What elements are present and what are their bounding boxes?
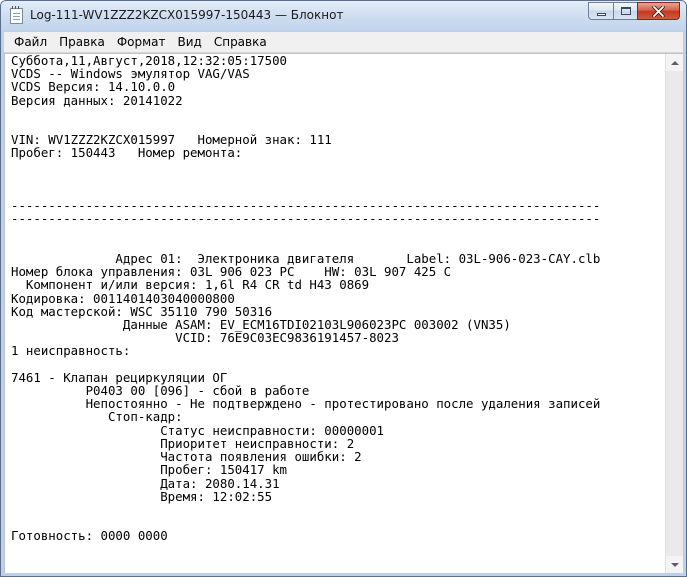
minimize-button[interactable] [588,2,614,20]
menu-bar: Файл Правка Формат Вид Справка [4,32,683,53]
scroll-down-button[interactable] [666,556,683,573]
menu-edit[interactable]: Правка [53,32,111,52]
menu-view[interactable]: Вид [172,32,208,52]
text-editor[interactable]: Суббота,11,Август,2018,12:32:05:17500 VC… [4,53,683,573]
caption-buttons [588,2,680,20]
minimize-icon [597,13,606,16]
maximize-button[interactable] [613,2,638,20]
menu-format[interactable]: Формат [111,32,172,52]
title-bar[interactable]: Log-111-WV1ZZZ2KZCX015997-150443 — Блокн… [1,1,686,31]
scroll-up-button[interactable] [666,54,683,71]
window-title: Log-111-WV1ZZZ2KZCX015997-150443 — Блокн… [30,8,344,22]
menu-file[interactable]: Файл [4,32,53,52]
vertical-scrollbar[interactable] [665,54,683,573]
notepad-app-icon[interactable] [10,6,23,24]
maximize-icon [621,7,631,15]
close-icon [638,3,679,19]
arrow-up-icon [670,60,679,65]
close-button[interactable] [637,2,680,20]
arrow-down-icon [670,562,679,567]
notepad-window: Log-111-WV1ZZZ2KZCX015997-150443 — Блокн… [0,0,687,577]
document-text: Суббота,11,Август,2018,12:32:05:17500 VC… [11,54,601,544]
text-area[interactable]: Суббота,11,Август,2018,12:32:05:17500 VC… [11,54,665,573]
menu-help[interactable]: Справка [208,32,273,52]
